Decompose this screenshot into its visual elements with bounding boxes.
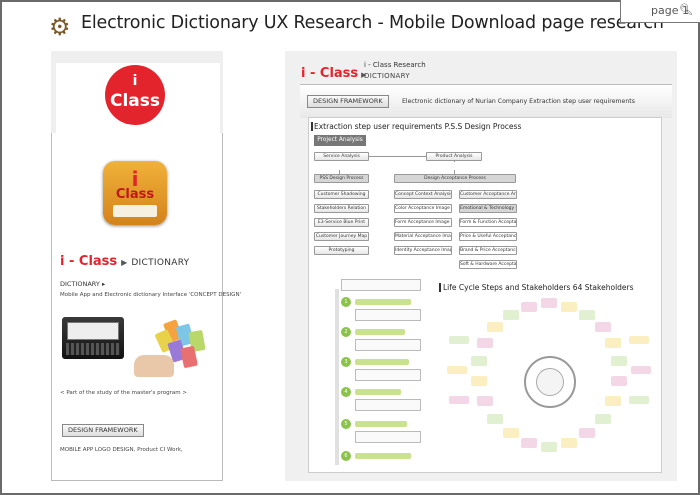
device-screen [67,322,119,340]
right-brand: i - Class ▶ i - Class Research DICTIONARY [301,61,426,81]
service-analysis-box: Service Analysis [314,152,369,161]
pss-design-process-box: PSS Design Process [314,174,369,183]
right-col-item: Price & Useful Acceptance Gap [459,232,517,241]
mid-col-item: Concept Context Analysis [394,190,452,199]
product-analysis-box: Product Analysis [426,152,482,161]
design-framework-button-right[interactable]: DESIGN FRAMEWORK [307,95,389,108]
step-marker: 1 [341,297,351,307]
footer-caption: MOBILE APP LOGO DESIGN, Product CI Work, [60,447,183,453]
search-icon[interactable]: 🔍︎ [679,3,693,16]
right-col-item: Customer Acceptance Analysis [459,190,517,199]
left-panel: i Class i Class i - Class ▶ DICTIONARY DIC… [51,51,241,481]
photo-caption: < Part of the study of the master's prog… [60,390,187,396]
page-title: Electronic Dictionary UX Research - Mobi… [81,13,664,33]
left-col-item: E3-Service Blue Print [314,218,369,227]
center-core [536,368,564,396]
brand-dictionary: DICTIONARY [131,258,190,268]
design-acceptance-process-box: Design Acceptance Process [394,174,516,183]
mid-col-item: Material Acceptance Image Zone [394,232,452,241]
mobile-ui-photo [130,317,210,383]
dictionary-label: DICTIONARY [364,72,410,80]
framework-description: Electronic dictionary of Nurian Company … [402,98,635,105]
logo-class: Class [109,91,160,111]
logo-header: i Class [51,51,223,133]
logo-i: i [132,73,138,89]
left-col-item: Customer Journey Map [314,232,369,241]
left-col-item: Stakeholders Relation [314,204,369,213]
device-photo [62,317,124,359]
right-panel: i - Class ▶ i - Class Research DICTIONARY… [285,51,677,481]
research-label: i - Class Research [364,61,426,69]
section-subtitle: DICTIONARY ▸ [60,280,105,288]
app-icon-class: Class [115,187,155,202]
description: Mobile App and Electronic dictionary Int… [60,292,242,298]
left-col-item: Prototyping [314,246,369,255]
project-analysis-label: Project Analysis [314,135,366,146]
left-card: i Class i - Class ▶ DICTIONARY DICTIONARY … [51,133,241,481]
step-marker: 3 [341,357,351,367]
right-col-item: Form & Function Acceptance Gap [459,218,517,227]
brand-name: i - Class [60,254,118,269]
page-indicator[interactable]: page 1 🔍︎ [620,0,700,23]
pss-flow-diagram: 1 2 3 4 5 6 [331,279,431,469]
research-document[interactable]: Extraction step user requirements P.S.S … [308,117,662,473]
device-keyboard [66,343,120,355]
step-marker: 6 [341,451,351,461]
left-col-item: Customer Shadowing [314,190,369,199]
gear-icon: ⚙ [49,13,71,41]
logo-box: i Class [56,63,220,133]
step-marker: 4 [341,387,351,397]
right-brand-name: i - Class [301,66,359,81]
lifecycle-heading: Life Cycle Steps and Stakeholders 64 Sta… [439,283,634,292]
app-icon[interactable]: i Class [103,161,167,225]
step-marker: 5 [341,419,351,429]
step-marker: 2 [341,327,351,337]
subtitle-text: DICTIONARY [60,280,100,288]
design-framework-button[interactable]: DESIGN FRAMEWORK [62,424,144,437]
arrow-right-icon: ▶ [121,258,128,267]
mid-col-item: Color Acceptance Image Zone [394,204,452,213]
right-col-item: Emotional & Technology Gap [459,204,517,213]
mid-col-item: Form Acceptance Image Zone [394,218,452,227]
brand-row: i - Class ▶ DICTIONARY [60,254,189,269]
mid-col-item: Identity Acceptance Image Zone [394,246,452,255]
document-heading: Extraction step user requirements P.S.S … [310,122,522,131]
right-col-item: Soft & Hardware Acceptance Gap [459,260,517,269]
subtitle-arrow: ▸ [101,280,106,288]
iclass-logo[interactable]: i Class [105,65,165,125]
right-col-item: Brand & Price Acceptance Gap [459,246,517,255]
stakeholders-diagram [447,296,659,471]
book-icon [113,205,157,217]
